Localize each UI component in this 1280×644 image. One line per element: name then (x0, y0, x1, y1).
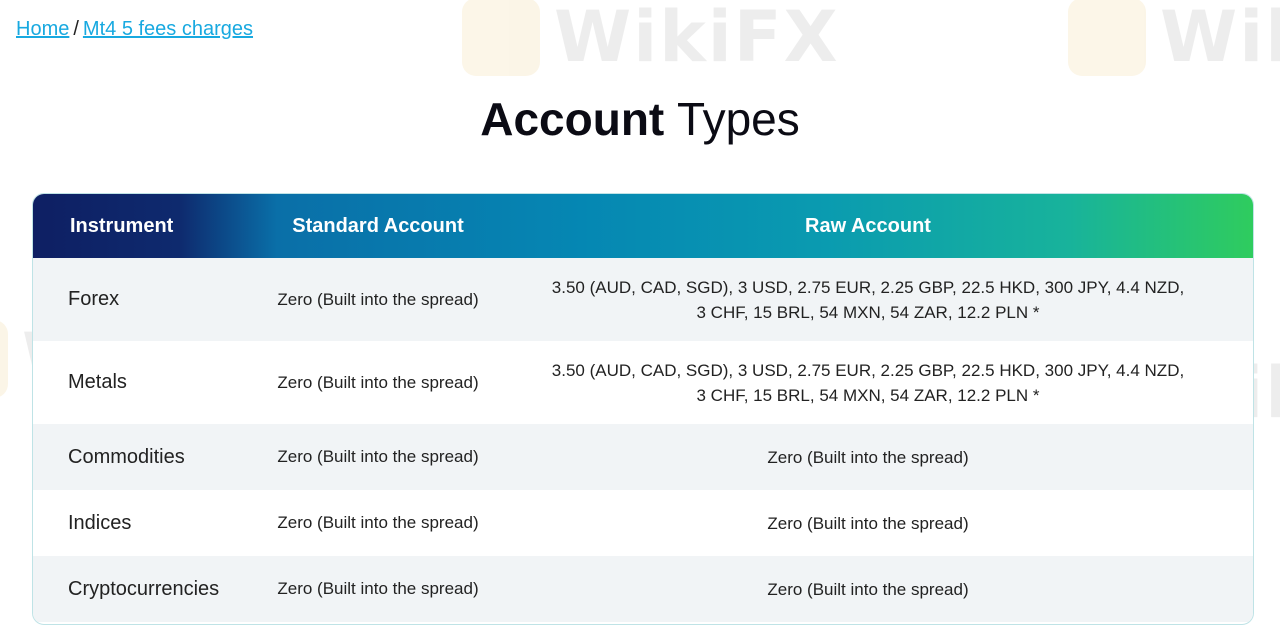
instrument-cell: Indices (68, 511, 132, 534)
watermark: WikiFX (1068, 0, 1280, 78)
header-raw-account: Raw Account (805, 214, 931, 237)
watermark-text: WikiFX (554, 0, 840, 78)
raw-account-cell: Zero (Built into the spread) (767, 447, 969, 467)
account-types-table: Instrument Standard Account Raw Account … (32, 193, 1254, 625)
instrument-cell: Commodities (68, 445, 185, 468)
breadcrumb: Home / Mt4 5 fees charges (16, 18, 253, 41)
instrument-cell: Cryptocurrencies (68, 577, 220, 600)
watermark-text: WikiFX (1160, 0, 1280, 78)
raw-account-cell: Zero (Built into the spread) (767, 513, 969, 533)
table-row: Metals Zero (Built into the spread) 3.50… (33, 341, 1253, 424)
table-row: Forex Zero (Built into the spread) 3.50 … (33, 258, 1253, 341)
raw-account-line: 3 CHF, 15 BRL, 54 MXN, 54 ZAR, 12.2 PLN … (696, 302, 1040, 322)
wikifx-logo-icon (1068, 0, 1146, 76)
page-title-bold: Account (480, 93, 665, 145)
raw-account-line: 3.50 (AUD, CAD, SGD), 3 USD, 2.75 EUR, 2… (551, 360, 1185, 380)
table-header: Instrument Standard Account Raw Account (33, 194, 1253, 258)
wikifx-logo-icon (462, 0, 540, 76)
header-standard-account: Standard Account (292, 214, 464, 237)
breadcrumb-separator: / (73, 18, 79, 40)
raw-account-line: 3 CHF, 15 BRL, 54 MXN, 54 ZAR, 12.2 PLN … (696, 385, 1040, 405)
raw-account-cell: 3.50 (AUD, CAD, SGD), 3 USD, 2.75 EUR, 2… (483, 358, 1253, 408)
raw-account-line: 3.50 (AUD, CAD, SGD), 3 USD, 2.75 EUR, 2… (551, 277, 1185, 297)
table-row: Cryptocurrencies Zero (Built into the sp… (33, 556, 1253, 622)
instrument-cell: Metals (68, 371, 127, 393)
wikifx-logo-icon (0, 320, 8, 398)
breadcrumb-home-link[interactable]: Home (16, 18, 69, 40)
standard-account-cell: Zero (Built into the spread) (277, 579, 479, 598)
table-row: Commodities Zero (Built into the spread)… (33, 424, 1253, 490)
page-title: Account Types (0, 92, 1280, 146)
page: WikiFX WikiFX WikiFX WikiFX WikiFX Home/… (0, 0, 1280, 644)
standard-account-cell: Zero (Built into the spread) (277, 372, 479, 392)
standard-account-cell: Zero (Built into the spread) (277, 289, 479, 309)
table-row: Indices Zero (Built into the spread) Zer… (33, 490, 1253, 556)
breadcrumb-current-link[interactable]: Mt4 5 fees charges (83, 18, 253, 40)
standard-account-cell: Zero (Built into the spread) (277, 513, 479, 532)
instrument-cell: Forex (68, 288, 120, 310)
page-title-light: Types (677, 93, 800, 145)
standard-account-cell: Zero (Built into the spread) (277, 447, 479, 466)
raw-account-cell: 3.50 (AUD, CAD, SGD), 3 USD, 2.75 EUR, 2… (483, 275, 1253, 325)
watermark: WikiFX (462, 0, 840, 78)
header-instrument: Instrument (70, 214, 174, 237)
raw-account-cell: Zero (Built into the spread) (767, 579, 969, 599)
